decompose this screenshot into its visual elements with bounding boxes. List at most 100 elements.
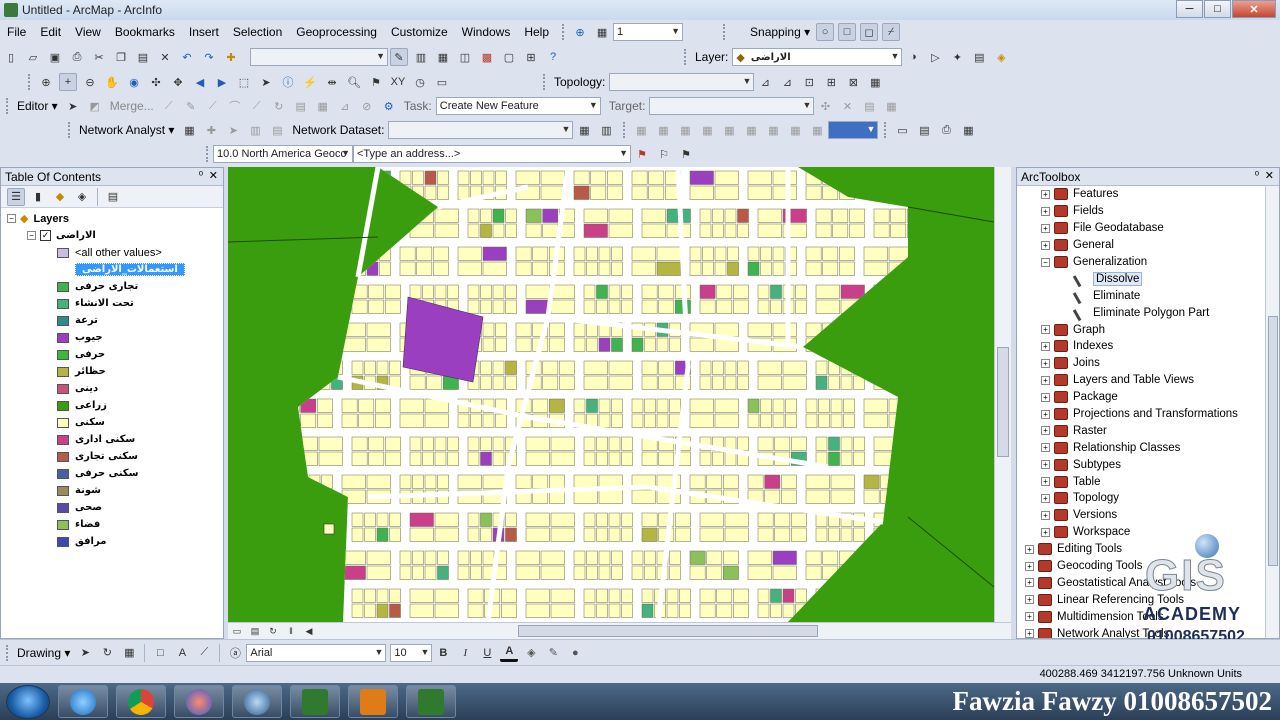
parcel[interactable] [596,284,608,299]
parcel[interactable] [505,360,517,375]
parcel[interactable] [772,550,797,565]
parcel[interactable] [737,360,749,375]
parcel[interactable] [306,360,318,375]
parcel[interactable] [853,527,865,542]
parcel[interactable] [284,490,295,504]
na-combo[interactable]: ▼ [828,121,879,139]
parcel[interactable] [832,223,849,238]
parcel[interactable] [843,413,855,428]
parcel[interactable] [318,588,331,603]
parcel[interactable] [366,337,391,352]
parcel[interactable] [840,375,853,390]
open-icon[interactable]: ▱ [24,48,42,66]
parcel[interactable] [598,489,623,504]
parcel[interactable] [482,413,495,428]
parcel[interactable] [922,566,946,580]
parcel[interactable] [757,284,770,299]
parcel[interactable] [621,527,633,542]
parcel[interactable] [389,527,401,542]
legend-swatch[interactable] [57,468,69,479]
parcel[interactable] [886,527,898,542]
parcel[interactable] [712,208,724,223]
parcel[interactable] [495,322,507,337]
parcel[interactable] [409,375,426,390]
parcel[interactable] [437,185,449,200]
parcel[interactable] [641,588,654,603]
legend-item[interactable]: زراعى [1,397,223,414]
parcel[interactable] [907,208,922,223]
parcel[interactable] [550,451,575,466]
parcel[interactable] [621,512,633,527]
menu-help[interactable]: Help [517,25,556,39]
parcel[interactable] [399,565,412,580]
parcel[interactable] [480,284,492,299]
parcel[interactable] [747,550,772,565]
parcel[interactable] [873,527,886,542]
parcel[interactable] [747,246,760,261]
parcel[interactable] [772,261,785,276]
parcel[interactable] [596,451,608,466]
parcel[interactable] [341,246,354,261]
map-icon[interactable]: ▦ [593,23,611,41]
parcel[interactable] [727,261,739,276]
legend-swatch[interactable] [57,502,69,513]
parcel[interactable] [863,170,876,185]
menu-bookmarks[interactable]: Bookmarks [108,25,182,39]
parcel[interactable] [815,223,832,238]
list-by-source-icon[interactable]: ▮ [29,188,47,206]
parcel[interactable] [782,603,795,618]
parcel[interactable] [424,565,437,580]
list-by-visibility-icon[interactable]: ◆ [51,188,69,206]
parcel[interactable] [368,299,385,314]
parcel[interactable] [598,337,611,352]
parcel[interactable] [412,185,424,200]
parcel[interactable] [947,262,958,276]
parcel[interactable] [317,261,333,276]
parcel[interactable] [284,185,300,200]
parcel[interactable] [828,360,840,375]
expand-icon[interactable]: + [1041,240,1050,250]
parcel[interactable] [669,398,681,413]
parcel[interactable] [815,284,840,299]
parcel[interactable] [306,512,318,527]
select-elements-tool-icon[interactable]: ➤ [76,644,94,662]
parcel[interactable] [284,475,295,489]
parcel[interactable] [480,360,492,375]
parcel[interactable] [699,451,712,466]
parcel[interactable] [805,413,818,428]
parcel[interactable] [608,451,621,466]
parcel[interactable] [422,284,434,299]
parcel[interactable] [308,474,321,489]
parcel[interactable] [724,375,737,390]
na-tool-10-icon[interactable]: ▭ [893,121,911,139]
parcel[interactable] [368,451,385,466]
parcel[interactable] [699,375,712,390]
expand-icon[interactable]: + [1041,223,1050,233]
parcel[interactable] [795,603,807,618]
parcel[interactable] [781,489,797,504]
parcel[interactable] [409,436,422,451]
parcel[interactable] [583,527,596,542]
parcel[interactable] [341,170,358,185]
parcel[interactable] [714,246,727,261]
identify-icon[interactable]: ⓘ [279,73,297,91]
parcel[interactable] [669,550,681,565]
legend-item[interactable]: مرافق [1,533,223,550]
parcel[interactable] [907,360,922,375]
parcel[interactable] [596,436,608,451]
parcel[interactable] [922,475,937,489]
parcel[interactable] [714,398,739,413]
parcel[interactable] [586,337,598,352]
parcel[interactable] [351,299,368,314]
expand-icon[interactable]: + [1041,392,1050,402]
parcel[interactable] [341,261,354,276]
parcel[interactable] [658,375,675,390]
parcel[interactable] [542,208,559,223]
parcel[interactable] [699,588,716,603]
parcel[interactable] [608,299,621,314]
layer-item[interactable]: − ✓ الاراضى [1,227,223,244]
parcel[interactable] [559,375,575,390]
parcel[interactable] [611,337,623,352]
italic-button[interactable]: I [456,644,474,662]
parcel[interactable] [596,588,608,603]
